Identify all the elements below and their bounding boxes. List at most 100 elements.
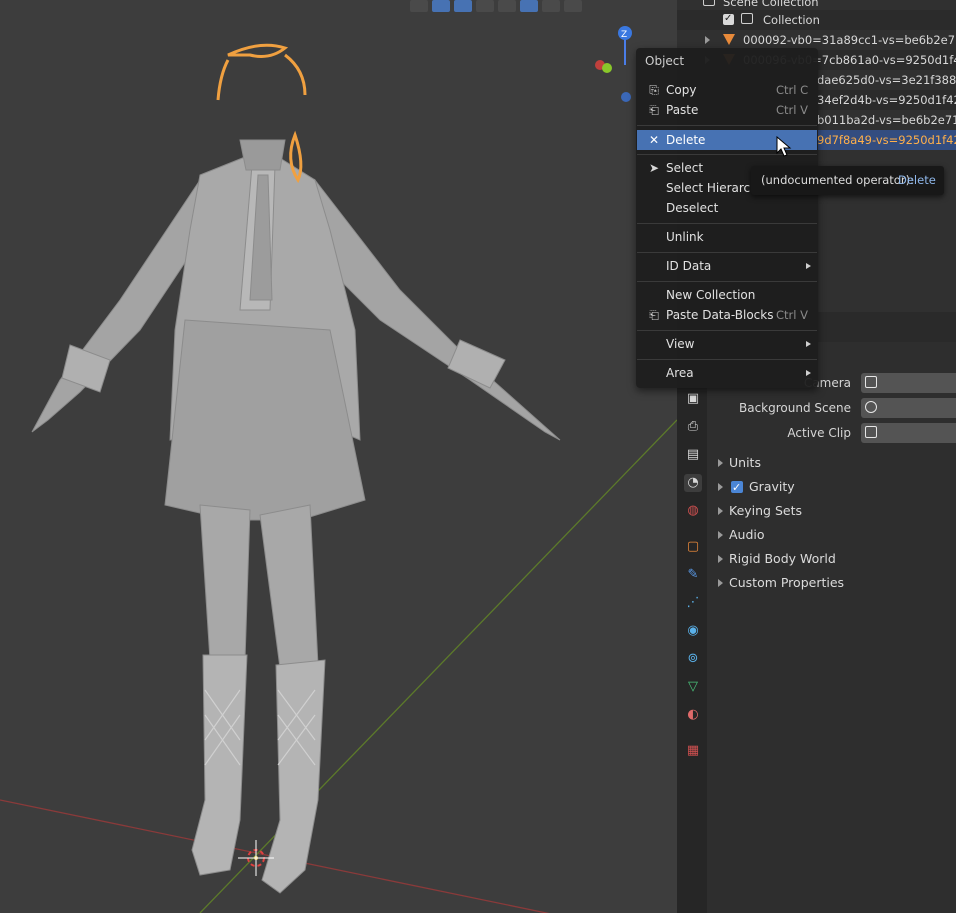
menu-item-unlink[interactable]: Unlink [637,227,817,247]
transform-orientation-button[interactable] [432,0,450,12]
texture-tab-icon[interactable]: ▦ [684,742,702,760]
menu-item-area[interactable]: Area [637,363,817,383]
outliner-row-object[interactable]: 000092-vb0=31a89cc1-vs=be6b2e7162 [677,30,956,50]
submenu-arrow-icon [806,341,811,347]
panel-arrow-icon [718,555,723,563]
menu-item-label: Area [666,366,694,380]
panel-units[interactable]: Units [713,452,953,474]
panel-arrow-icon [718,579,723,587]
particles-tab-icon[interactable]: ⋰ [684,594,702,612]
outliner-row-label: 34ef2d4b-vs=9250d1f42e3 [817,93,956,107]
menu-item-label: Paste [666,103,699,117]
movie-clip-icon [865,426,877,438]
properties-editor: Camera Background Scene Active Clip Unit… [707,312,956,913]
outliner-row-label: b011ba2d-vs=be6b2e7162 [817,113,956,127]
material-tab-icon[interactable]: ◐ [684,706,702,724]
menu-item-id-data[interactable]: ID Data [637,256,817,276]
collection-exclude-checkbox[interactable] [723,10,734,29]
menu-item-shortcut: Ctrl V [776,308,808,322]
3d-viewport[interactable]: Z [0,0,677,913]
copy-icon: ⎘ [649,83,659,97]
overlay-button[interactable] [476,0,494,12]
active-clip-label: Active Clip [787,426,851,440]
modifier-tab-icon[interactable]: ✎ [684,566,702,584]
camera-field[interactable] [861,373,956,393]
outliner-row-label: 000092-vb0=31a89cc1-vs=be6b2e7162 [743,33,956,47]
viewport-header-toolbar [410,0,582,14]
constraints-tab-icon[interactable]: ⊚ [684,650,702,668]
select-cursor-icon: ➤ [648,161,660,175]
panel-arrow-icon [718,483,723,491]
menu-item-label: Delete [666,133,706,147]
object-mode-button[interactable] [410,0,428,12]
menu-item-paste[interactable]: ⎗ Paste Ctrl V [637,100,817,120]
outliner-row-label: 9d7f8a49-vs=9250d1f42e3 [817,133,956,147]
panel-arrow-icon [718,507,723,515]
solid-shading-button[interactable] [520,0,538,12]
xray-button[interactable] [498,0,516,12]
active-clip-field[interactable] [861,423,956,443]
operator-tooltip: (undocumented operator): Delete [751,166,944,195]
panel-audio[interactable]: Audio [713,524,953,546]
paste-icon: ⎗ [649,308,659,322]
material-shading-button[interactable] [542,0,560,12]
world-tab-icon[interactable]: ◍ [684,502,702,520]
panel-label: Keying Sets [729,503,803,518]
physics-tab-icon[interactable]: ◉ [684,622,702,640]
panel-custom-properties[interactable]: Custom Properties [713,572,953,594]
background-scene-field[interactable] [861,398,956,418]
menu-separator [637,125,817,126]
menu-item-label: Unlink [666,230,704,244]
menu-separator [637,330,817,331]
outliner-row-collection[interactable]: Collection [677,10,956,30]
close-icon: ✕ [648,133,660,147]
render-tab-icon[interactable]: ▣ [684,390,702,408]
menu-title: Object [645,54,685,68]
menu-item-label: Select [666,161,704,175]
menu-item-label: View [666,337,695,351]
panel-arrow-icon [718,459,723,467]
collection-icon [741,13,753,24]
properties-tab-column: ▣ ⎙ ▤ ◔ ◍ ▢ ✎ ⋰ ◉ ⊚ ▽ ◐ ▦ [677,312,707,913]
data-tab-icon[interactable]: ▽ [684,678,702,696]
menu-separator [637,252,817,253]
panel-gravity[interactable]: Gravity [713,476,953,499]
output-tab-icon[interactable]: ⎙ [684,418,702,436]
panel-arrow-icon [718,531,723,539]
gizmo-z-label: Z [621,30,627,40]
menu-item-label: Copy [666,83,697,97]
panel-rigid-body-world[interactable]: Rigid Body World [713,548,953,570]
menu-separator [637,281,817,282]
submenu-arrow-icon [806,370,811,376]
menu-item-paste-data-blocks[interactable]: ⎗ Paste Data-Blocks Ctrl V [637,305,817,325]
outliner-row-label: Collection [763,13,820,27]
menu-item-shortcut: Ctrl V [776,103,808,117]
menu-item-shortcut: Ctrl C [776,83,809,97]
snap-button[interactable] [454,0,472,12]
panel-label: Gravity [749,479,795,494]
mesh-object-icon [723,34,735,45]
object-tab-icon[interactable]: ▢ [684,538,702,556]
scene-collection-icon [703,0,715,6]
expand-arrow-icon[interactable] [705,36,710,44]
panel-keying-sets[interactable]: Keying Sets [713,500,953,522]
outliner-row-label: dae625d0-vs=3e21f388b8 [817,73,956,87]
view-layer-tab-icon[interactable]: ▤ [684,446,702,464]
menu-item-label: ID Data [666,259,712,273]
tooltip-text: (undocumented operator): [761,173,914,187]
menu-item-copy[interactable]: ⎘ Copy Ctrl C [637,80,817,100]
panel-label: Audio [729,527,765,542]
submenu-arrow-icon [806,263,811,269]
panel-label: Units [729,455,761,470]
rendered-shading-button[interactable] [564,0,582,12]
menu-item-label: Paste Data-Blocks [666,308,774,322]
menu-item-new-collection[interactable]: New Collection [637,285,817,305]
menu-item-view[interactable]: View [637,334,817,354]
menu-item-deselect[interactable]: Deselect [637,198,817,218]
panel-label: Rigid Body World [729,551,836,566]
mouse-cursor-icon [776,136,792,157]
paste-icon: ⎗ [649,103,659,117]
scene-icon [865,401,877,413]
gravity-checkbox[interactable] [731,477,743,499]
scene-tab-icon[interactable]: ◔ [684,474,702,492]
